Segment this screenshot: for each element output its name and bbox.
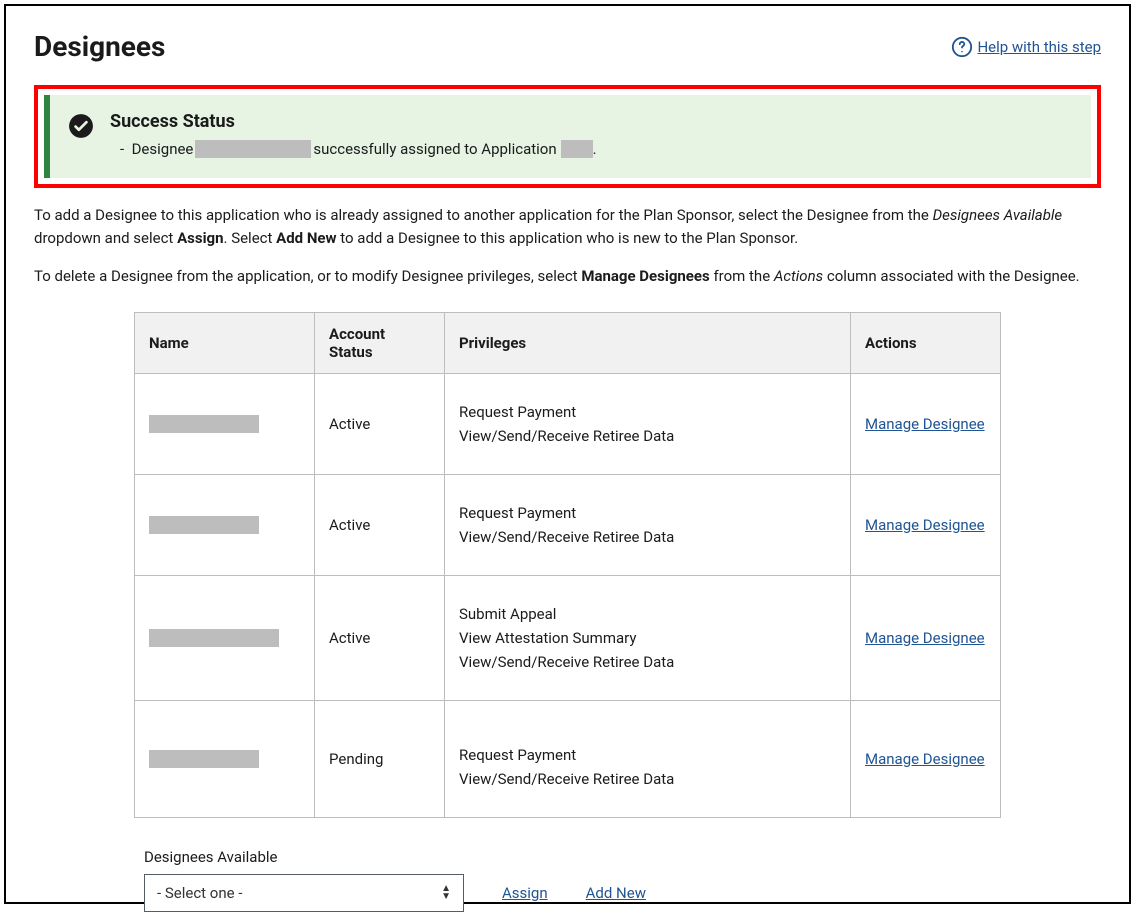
designees-available-select[interactable]: - Select one - ▲▼ xyxy=(144,874,464,912)
redacted-name-cell xyxy=(149,629,279,647)
designees-table: Name Account Status Privileges Actions A… xyxy=(134,312,1001,818)
manage-designee-link[interactable]: Manage Designee xyxy=(865,415,985,433)
status-cell: Active xyxy=(315,575,445,700)
redacted-name-cell xyxy=(149,750,259,768)
col-header-status: Account Status xyxy=(315,312,445,373)
alert-msg-prefix: - Designee xyxy=(120,140,193,158)
redacted-name-cell xyxy=(149,516,259,534)
page-title: Designees xyxy=(34,30,165,63)
assign-link[interactable]: Assign xyxy=(502,884,548,902)
status-cell: Active xyxy=(315,474,445,575)
table-row: Active Submit Appeal View Attestation Su… xyxy=(135,575,1001,700)
redacted-name xyxy=(195,140,311,158)
alert-title: Success Status xyxy=(110,111,1069,132)
manage-designee-link[interactable]: Manage Designee xyxy=(865,516,985,534)
privileges-cell: Submit Appeal View Attestation Summary V… xyxy=(445,575,851,700)
help-link[interactable]: Help with this step xyxy=(951,36,1101,58)
alert-msg-mid: successfully assigned to Application xyxy=(313,140,556,158)
designees-available-label: Designees Available xyxy=(144,848,991,866)
privileges-cell: Request Payment View/Send/Receive Retire… xyxy=(445,373,851,474)
alert-message: - Designee successfully assigned to Appl… xyxy=(120,140,1069,158)
select-arrows-icon: ▲▼ xyxy=(441,885,451,901)
help-link-label: Help with this step xyxy=(977,38,1101,56)
table-row: Active Request Payment View/Send/Receive… xyxy=(135,373,1001,474)
alert-highlight: Success Status - Designee successfully a… xyxy=(34,85,1101,188)
manage-designee-link[interactable]: Manage Designee xyxy=(865,750,985,768)
col-header-privileges: Privileges xyxy=(445,312,851,373)
alert-msg-suffix: . xyxy=(593,140,597,158)
privileges-cell: Request Payment View/Send/Receive Retire… xyxy=(445,700,851,817)
status-cell: Pending xyxy=(315,700,445,817)
table-row: Active Request Payment View/Send/Receive… xyxy=(135,474,1001,575)
instructions-para-2: To delete a Designee from the applicatio… xyxy=(34,265,1101,288)
help-icon xyxy=(951,36,973,58)
add-new-link[interactable]: Add New xyxy=(586,884,646,902)
success-alert: Success Status - Designee successfully a… xyxy=(44,95,1091,178)
col-header-name: Name xyxy=(135,312,315,373)
status-cell: Active xyxy=(315,373,445,474)
table-row: Pending Request Payment View/Send/Receiv… xyxy=(135,700,1001,817)
redacted-name-cell xyxy=(149,415,259,433)
select-placeholder: - Select one - xyxy=(157,884,242,902)
instructions-para-1: To add a Designee to this application wh… xyxy=(34,204,1101,251)
redacted-app xyxy=(561,140,593,158)
privileges-cell: Request Payment View/Send/Receive Retire… xyxy=(445,474,851,575)
col-header-actions: Actions xyxy=(851,312,1001,373)
checkmark-circle-icon xyxy=(68,113,94,143)
manage-designee-link[interactable]: Manage Designee xyxy=(865,629,985,647)
